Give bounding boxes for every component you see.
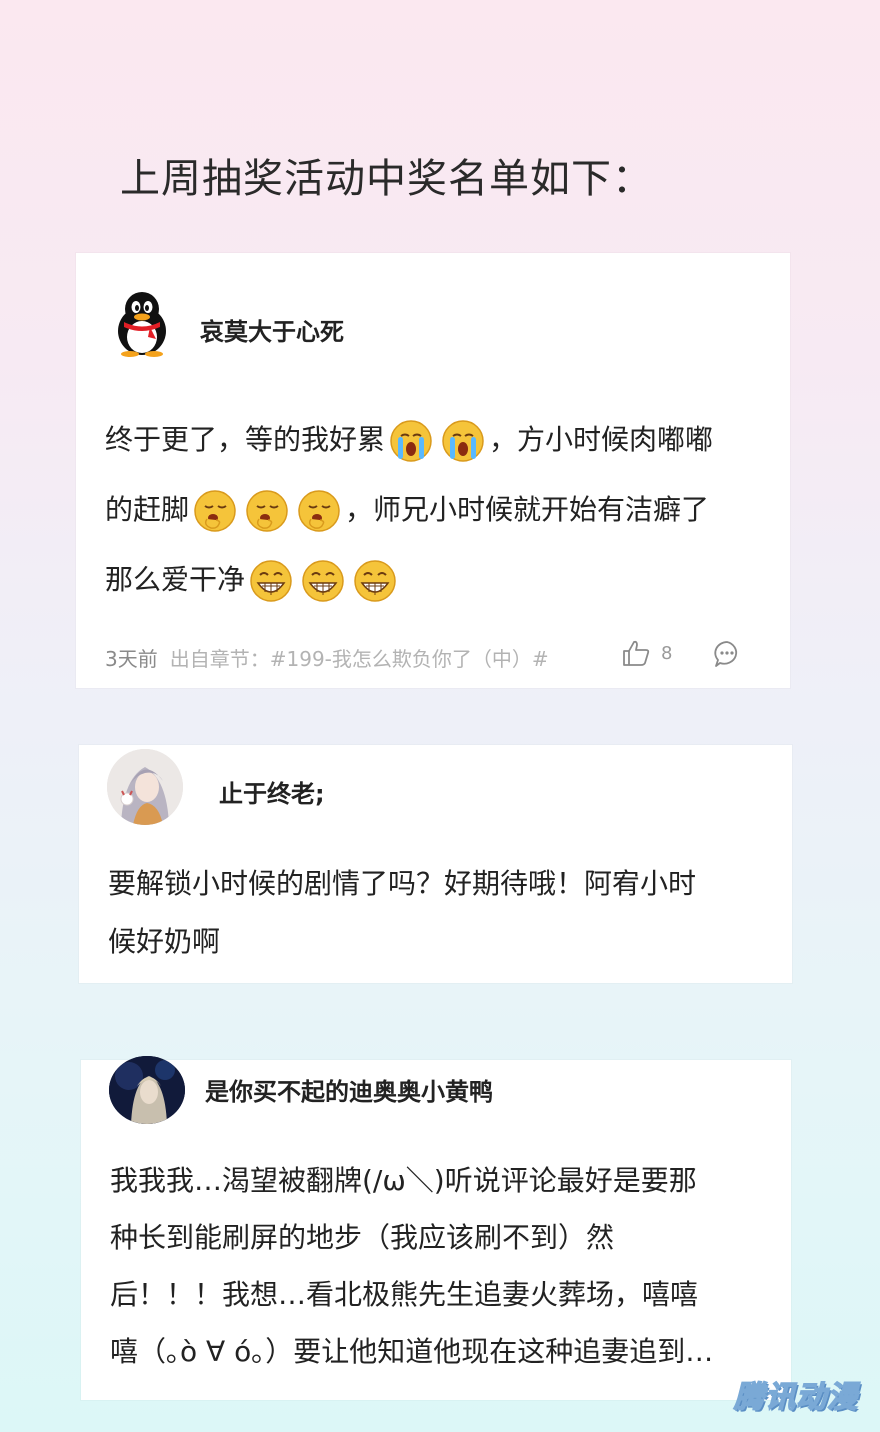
yawning-face-icon (298, 490, 340, 532)
comment-line: 候好奶啊 (108, 925, 221, 958)
username[interactable]: 是你买不起的迪奥奥小黄鸭 (205, 1072, 493, 1107)
avatar[interactable] (114, 291, 170, 357)
avatar[interactable] (107, 749, 183, 825)
grinning-face-icon (302, 560, 344, 602)
comment-line: 我我我…渴望被翻牌(/ω＼)听说评论最好是要那 (110, 1164, 697, 1197)
comment-time: 3天前 (105, 647, 158, 671)
comment-card: 是你买不起的迪奥奥小黄鸭 我我我…渴望被翻牌(/ω＼)听说评论最好是要那 种长到… (81, 1056, 791, 1400)
username[interactable]: 止于终老; (219, 774, 325, 809)
grinning-face-icon (354, 560, 396, 602)
avatar[interactable] (109, 1056, 185, 1124)
comment-bubble-icon (714, 641, 738, 667)
crying-face-icon (390, 420, 432, 462)
like-button[interactable]: 8 (621, 638, 672, 668)
watermark-logo: 腾讯动漫 (733, 1379, 858, 1416)
comment-line: 的赶脚 ，师兄小时候就开始有洁癖了 (105, 475, 713, 545)
comment-body: 终于更了，等的我好累 ，方小时候肉嘟嘟 的赶脚 ，师兄小时候就开始有洁癖了 那么爱干… (105, 405, 713, 615)
comment-line: 那么爱干净 (105, 545, 713, 615)
yawning-face-icon (194, 490, 236, 532)
anime-character-avatar (107, 749, 183, 825)
like-count: 8 (661, 642, 673, 664)
comment-line: 终于更了，等的我好累 ，方小时候肉嘟嘟 (105, 405, 713, 475)
yawning-face-icon (246, 490, 288, 532)
qq-penguin-icon (118, 292, 166, 357)
crying-face-icon (442, 420, 484, 462)
comment-line: 后！！！我想…看北极熊先生追妻火葬场，嘻嘻 (110, 1278, 699, 1311)
comment-line: 要解锁小时候的剧情了吗？好期待哦！阿宥小时 (108, 867, 697, 900)
page-title: 上周抽奖活动中奖名单如下： (120, 156, 653, 202)
reply-button[interactable] (712, 639, 742, 673)
username[interactable]: 哀莫大于心死 (200, 312, 344, 347)
comment-card: 哀莫大于心死 终于更了，等的我好累 ，方小时候肉嘟嘟 的赶脚 ，师兄小时候就开始有洁… (76, 253, 790, 688)
chapter-source-link[interactable]: 出自章节：#199-我怎么欺负你了（中）# (170, 647, 549, 671)
thumbs-up-icon (623, 640, 650, 666)
comment-line: 嘻（｡ò ∀ ó｡）要让他知道他现在这种追妻追到… (110, 1335, 714, 1368)
comment-body: 要解锁小时候的剧情了吗？好期待哦！阿宥小时 候好奶啊 (108, 855, 696, 971)
grinning-face-icon (250, 560, 292, 602)
dark-portrait-avatar (109, 1056, 185, 1124)
comment-body: 我我我…渴望被翻牌(/ω＼)听说评论最好是要那 种长到能刷屏的地步（我应该刷不到… (110, 1152, 713, 1380)
comment-line: 种长到能刷屏的地步（我应该刷不到）然 (110, 1221, 615, 1254)
comment-card: 止于终老; 要解锁小时候的剧情了吗？好期待哦！阿宥小时 候好奶啊 (79, 745, 792, 983)
comment-meta: 3天前 出自章节：#199-我怎么欺负你了（中）# (105, 643, 549, 672)
